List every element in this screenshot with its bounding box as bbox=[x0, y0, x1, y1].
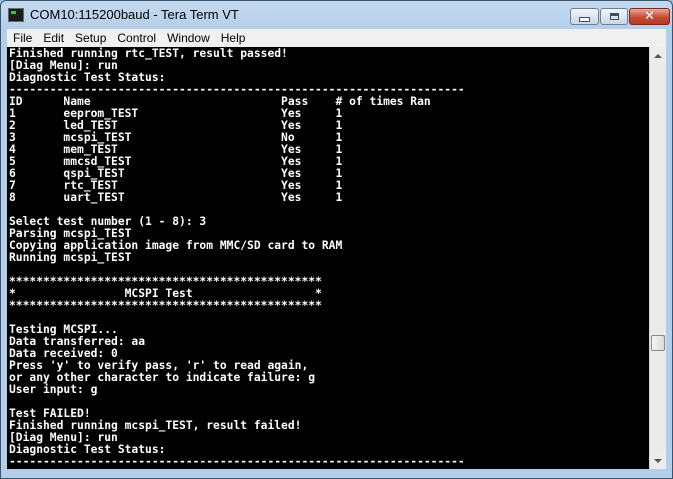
minimize-icon bbox=[579, 17, 590, 22]
scrollbar-thumb[interactable] bbox=[651, 335, 665, 351]
maximize-button[interactable] bbox=[600, 8, 628, 25]
menu-edit[interactable]: Edit bbox=[38, 31, 69, 45]
scroll-up-button[interactable] bbox=[650, 47, 666, 64]
maximize-icon bbox=[609, 13, 619, 20]
minimize-button[interactable] bbox=[570, 8, 599, 25]
terminal-text: Finished running rtc_TEST, result passed… bbox=[9, 48, 465, 468]
terminal-window: COM10:115200baud - Tera Term VT ✕ File E… bbox=[0, 0, 673, 479]
menu-bar: File Edit Setup Control Window Help bbox=[7, 29, 666, 47]
menu-file[interactable]: File bbox=[7, 31, 37, 45]
title-bar[interactable]: COM10:115200baud - Tera Term VT ✕ bbox=[1, 1, 672, 29]
vertical-scrollbar[interactable] bbox=[649, 47, 666, 469]
arrow-down-icon bbox=[654, 458, 662, 463]
scroll-down-button[interactable] bbox=[650, 452, 666, 469]
terminal-line: Running mcspi_TEST bbox=[9, 251, 132, 264]
menu-help[interactable]: Help bbox=[216, 31, 251, 45]
terminal-line: 8 uart_TEST Yes 1 bbox=[9, 191, 343, 204]
terminal-line: ----------------------------------------… bbox=[9, 455, 465, 468]
arrow-up-icon bbox=[654, 53, 662, 58]
terminal-line: ****************************************… bbox=[9, 299, 322, 312]
menu-window[interactable]: Window bbox=[162, 31, 215, 45]
close-icon: ✕ bbox=[644, 9, 655, 24]
menu-control[interactable]: Control bbox=[112, 31, 161, 45]
close-button[interactable]: ✕ bbox=[629, 8, 670, 25]
tera-term-app-icon[interactable] bbox=[8, 8, 24, 22]
terminal-line: User input: g bbox=[9, 383, 98, 396]
menu-setup[interactable]: Setup bbox=[70, 31, 111, 45]
window-title: COM10:115200baud - Tera Term VT bbox=[30, 7, 239, 22]
terminal-output[interactable]: Finished running rtc_TEST, result passed… bbox=[7, 47, 649, 469]
